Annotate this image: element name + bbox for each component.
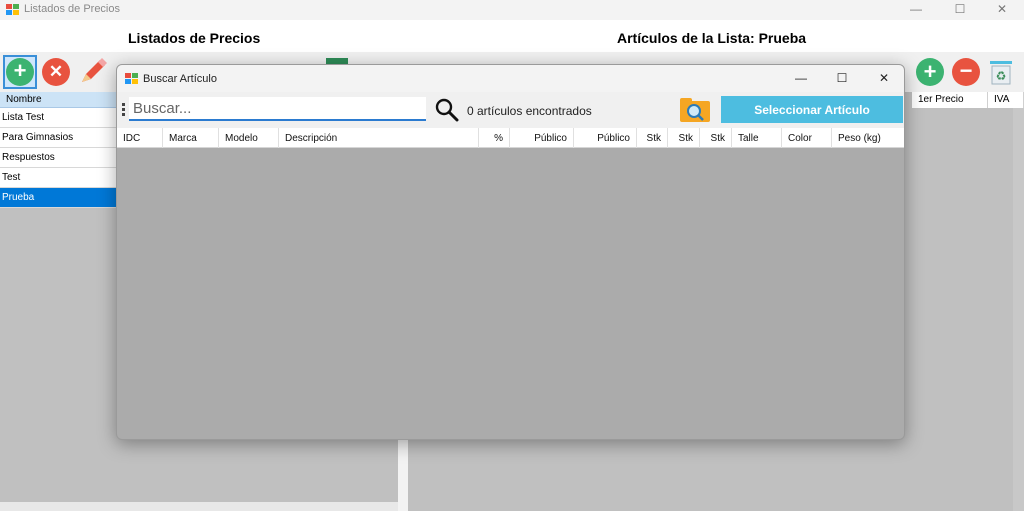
dialog-toolbar: 0 artículos encontrados Seleccionar Artí… bbox=[117, 92, 904, 128]
list-item-selected[interactable]: Prueba bbox=[0, 188, 116, 208]
header-bar: Listados de Precios Artículos de la List… bbox=[0, 20, 1024, 52]
name-column-header[interactable]: Nombre bbox=[0, 92, 116, 108]
column-header-percent[interactable]: % bbox=[479, 128, 510, 148]
list-item[interactable]: Respuestos bbox=[0, 148, 116, 168]
price-lists-title: Listados de Precios bbox=[128, 30, 261, 46]
list-item[interactable]: Lista Test bbox=[0, 108, 116, 128]
add-article-button[interactable]: + bbox=[916, 58, 944, 86]
search-icon[interactable] bbox=[435, 98, 459, 122]
list-item[interactable]: Para Gimnasios bbox=[0, 128, 116, 148]
folder-search-icon[interactable] bbox=[679, 97, 711, 123]
column-header-talle[interactable]: Talle bbox=[732, 128, 782, 148]
column-header-stk-2[interactable]: Stk bbox=[668, 128, 700, 148]
first-price-column-header[interactable]: 1er Precio bbox=[912, 92, 988, 108]
delete-list-button[interactable]: ✕ bbox=[42, 58, 70, 86]
edit-pencil-icon[interactable] bbox=[78, 56, 108, 86]
dialog-titlebar: Buscar Artículo — ☐ ✕ bbox=[117, 65, 904, 92]
main-titlebar: Listados de Precios — ☐ ✕ bbox=[0, 0, 1024, 20]
column-header-publico-1[interactable]: Público bbox=[510, 128, 574, 148]
dialog-close-button[interactable]: ✕ bbox=[866, 69, 902, 89]
add-list-button[interactable]: + bbox=[3, 55, 37, 89]
horizontal-scrollbar[interactable] bbox=[0, 502, 398, 511]
close-button[interactable]: ✕ bbox=[984, 0, 1020, 20]
dialog-logo-icon bbox=[125, 73, 139, 84]
list-item[interactable]: Test bbox=[0, 168, 116, 188]
column-header-descripcion[interactable]: Descripción bbox=[279, 128, 479, 148]
plus-icon: + bbox=[6, 58, 34, 86]
recycle-bin-icon[interactable]: ♻ bbox=[988, 58, 1014, 86]
column-header-color[interactable]: Color bbox=[782, 128, 832, 148]
results-count: 0 artículos encontrados bbox=[467, 104, 592, 118]
list-articles-title: Artículos de la Lista: Prueba bbox=[617, 30, 807, 46]
svg-text:♻: ♻ bbox=[996, 69, 1007, 83]
vertical-scrollbar[interactable] bbox=[1013, 108, 1024, 511]
remove-article-button[interactable]: − bbox=[952, 58, 980, 86]
column-header-idc[interactable]: IDC bbox=[117, 128, 163, 148]
search-article-dialog: Buscar Artículo — ☐ ✕ 0 artículos encont… bbox=[116, 64, 905, 440]
column-header-stk-1[interactable]: Stk bbox=[637, 128, 668, 148]
select-article-button[interactable]: Seleccionar Artículo bbox=[721, 96, 903, 123]
dialog-minimize-button[interactable]: — bbox=[783, 69, 819, 89]
toolbar-grip-icon[interactable] bbox=[122, 103, 125, 117]
minimize-button[interactable]: — bbox=[898, 0, 934, 20]
app-logo-icon bbox=[6, 4, 20, 15]
column-header-publico-2[interactable]: Público bbox=[574, 128, 637, 148]
dialog-title: Buscar Artículo bbox=[143, 73, 217, 85]
dialog-maximize-button[interactable]: ☐ bbox=[824, 69, 860, 89]
column-header-modelo[interactable]: Modelo bbox=[219, 128, 279, 148]
main-window-title: Listados de Precios bbox=[24, 3, 120, 15]
column-header-marca[interactable]: Marca bbox=[163, 128, 219, 148]
column-header-peso[interactable]: Peso (kg) bbox=[832, 128, 904, 148]
column-header-stk-3[interactable]: Stk bbox=[700, 128, 732, 148]
maximize-button[interactable]: ☐ bbox=[942, 0, 978, 20]
iva-column-header[interactable]: IVA bbox=[988, 92, 1024, 108]
articles-grid-header: IDC Marca Modelo Descripción % Público P… bbox=[117, 128, 904, 148]
search-input[interactable] bbox=[129, 97, 426, 121]
